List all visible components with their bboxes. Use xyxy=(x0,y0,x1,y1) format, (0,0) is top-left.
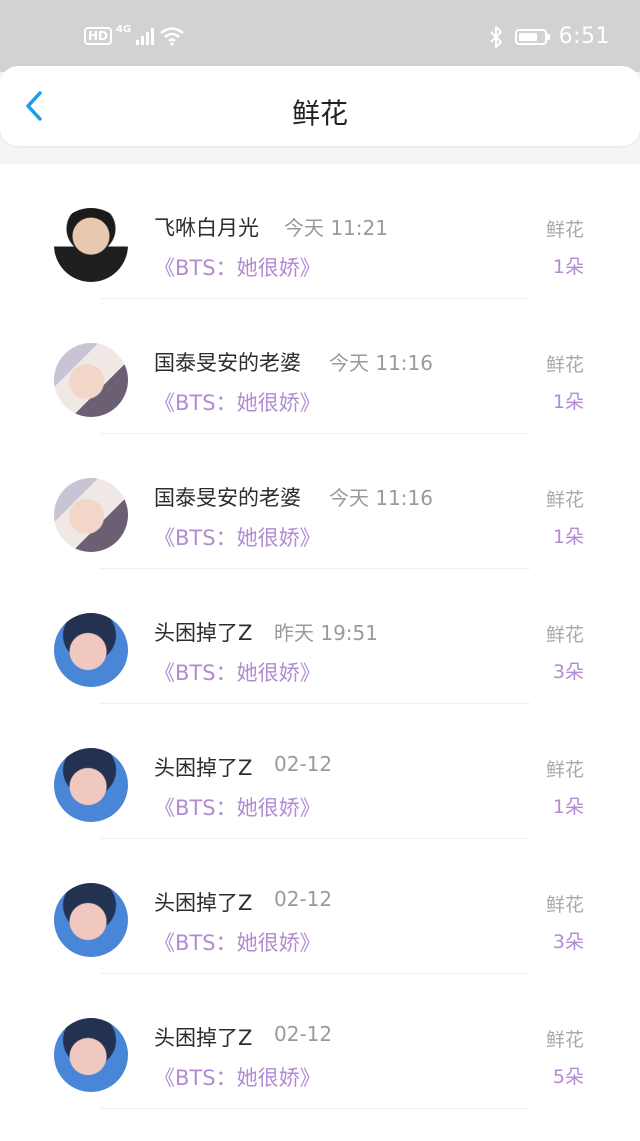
battery-icon xyxy=(514,28,550,45)
book-title: 《BTS：她很娇》 xyxy=(154,256,321,280)
gift-type: 鲜花 xyxy=(545,894,584,916)
avatar xyxy=(54,478,128,552)
record-time: 今天 11:16 xyxy=(329,486,433,510)
battery-level xyxy=(518,32,537,41)
gift-count: 1朵 xyxy=(552,526,584,548)
record-time: 02-12 xyxy=(274,887,333,911)
status-right-icons: 6:51 xyxy=(489,24,610,49)
book-title: 《BTS：她很娇》 xyxy=(154,796,321,820)
navigation-bar: 鲜花 xyxy=(0,66,640,146)
gift-type: 鲜花 xyxy=(545,489,584,511)
gift-type: 鲜花 xyxy=(545,759,584,781)
book-title: 《BTS：她很娇》 xyxy=(154,391,321,415)
gift-count: 1朵 xyxy=(552,256,584,278)
record-time: 今天 11:16 xyxy=(329,351,433,375)
list-item[interactable]: 头困掉了Z 昨天 19:51 《BTS：她很娇》 鲜花 3朵 xyxy=(0,569,640,704)
status-bar: HD 4G 6:51 xyxy=(0,0,640,72)
gift-count: 1朵 xyxy=(552,796,584,818)
gift-type: 鲜花 xyxy=(545,354,584,376)
username: 飞咻白月光 xyxy=(154,216,259,240)
record-time: 02-12 xyxy=(274,752,333,776)
list-item[interactable]: 头困掉了Z 02-12 《BTS：她很娇》 鲜花 3朵 xyxy=(0,839,640,974)
record-time: 今天 11:21 xyxy=(284,216,388,240)
avatar xyxy=(54,613,128,687)
book-title: 《BTS：她很娇》 xyxy=(154,526,321,550)
avatar xyxy=(54,1018,128,1092)
username: 头困掉了Z xyxy=(154,756,253,780)
record-time: 02-12 xyxy=(274,1022,333,1046)
list-item[interactable]: 头困掉了Z 02-12 《BTS：她很娇》 鲜花 5朵 xyxy=(0,974,640,1109)
book-title: 《BTS：她很娇》 xyxy=(154,931,321,955)
gift-type: 鲜花 xyxy=(545,1029,584,1051)
page-title: 鲜花 xyxy=(291,97,348,130)
avatar xyxy=(54,343,128,417)
avatar xyxy=(54,748,128,822)
avatar xyxy=(54,208,128,282)
list-item[interactable]: 飞咻白月光 今天 11:21 《BTS：她很娇》 鲜花 1朵 xyxy=(0,164,640,299)
gift-count: 5朵 xyxy=(552,1066,584,1088)
signal-icon xyxy=(136,28,155,45)
username: 国泰旻安的老婆 xyxy=(154,486,301,510)
record-time: 昨天 19:51 xyxy=(274,621,378,645)
flower-record-list: 飞咻白月光 今天 11:21 《BTS：她很娇》 鲜花 1朵 国泰旻安的老婆 今… xyxy=(0,164,640,1141)
book-title: 《BTS：她很娇》 xyxy=(154,1066,321,1090)
gift-type: 鲜花 xyxy=(545,219,584,241)
status-left-icons: HD 4G xyxy=(84,23,185,46)
wifi-icon xyxy=(160,27,184,46)
book-title: 《BTS：她很娇》 xyxy=(154,661,321,685)
gift-count: 3朵 xyxy=(552,931,584,953)
username: 头困掉了Z xyxy=(154,891,253,915)
list-item[interactable]: 头困掉了Z 02-12 《BTS：她很娇》 鲜花 1朵 xyxy=(0,704,640,839)
gift-count: 1朵 xyxy=(552,391,584,413)
gift-type: 鲜花 xyxy=(545,624,584,646)
hd-icon: HD xyxy=(84,27,113,45)
username: 头困掉了Z xyxy=(154,1026,253,1050)
gift-count: 3朵 xyxy=(552,661,584,683)
username: 国泰旻安的老婆 xyxy=(154,351,301,375)
clock: 6:51 xyxy=(558,24,610,49)
bluetooth-icon xyxy=(489,25,502,48)
username: 头困掉了Z xyxy=(154,621,253,645)
network-type-label: 4G xyxy=(116,23,132,35)
list-item[interactable]: 国泰旻安的老婆 今天 11:16 《BTS：她很娇》 鲜花 1朵 xyxy=(0,299,640,434)
divider xyxy=(100,1108,530,1109)
list-item[interactable]: 国泰旻安的老婆 今天 11:16 《BTS：她很娇》 鲜花 1朵 xyxy=(0,434,640,569)
avatar xyxy=(54,883,128,957)
